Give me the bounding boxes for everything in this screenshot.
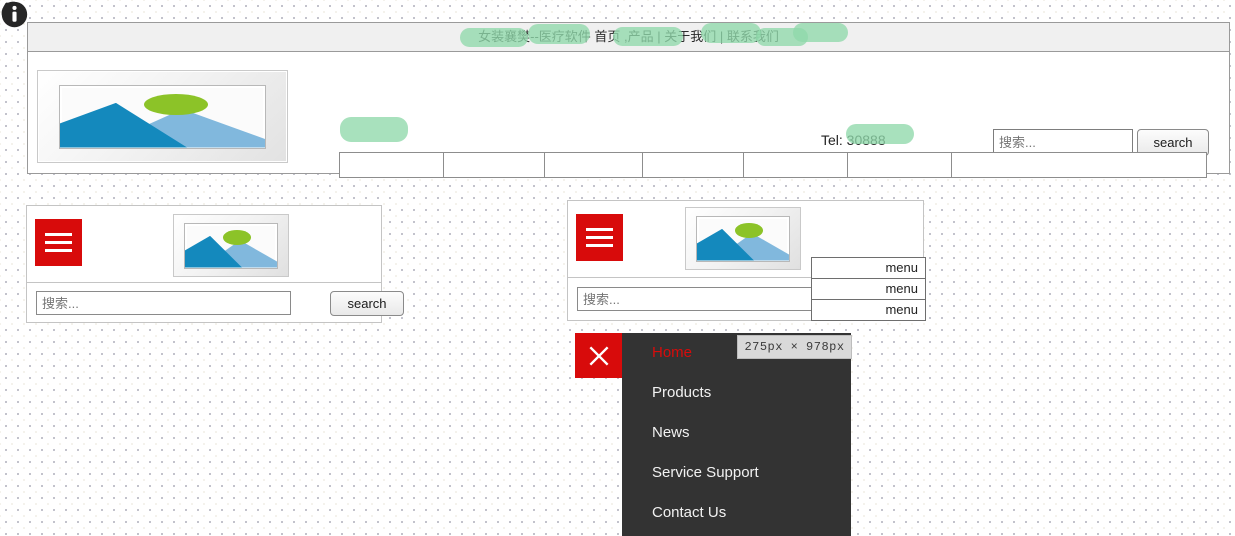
menu-dropdown: menu menu menu [811,257,926,321]
nav-cell[interactable] [545,153,643,177]
hamburger-menu-button[interactable] [35,219,82,266]
slide-out-navigation-panel: Home Products News Service Support Conta… [622,333,851,536]
search-input[interactable] [577,287,832,311]
top-navigation-text: 女装襄樊--医疗软件 首页 ,产品 | 关于我们 | 联系我们 [478,29,779,44]
menu-item-contact-us[interactable]: Contact Us [622,493,851,533]
search-button[interactable]: search [330,291,404,316]
nav-cell[interactable] [643,153,744,177]
broken-image-placeholder-icon [696,215,790,262]
nav-cell[interactable] [848,153,952,177]
mobile-preview-card-narrow: search [26,205,404,323]
nav-cell[interactable] [952,153,1206,177]
dropdown-item[interactable]: menu [812,279,925,300]
dropdown-item[interactable]: menu [812,258,925,279]
close-menu-button[interactable] [575,333,622,378]
site-logo [685,207,801,270]
site-logo [173,214,289,277]
phone-number: Tel: 30888 [821,132,886,148]
broken-image-placeholder-icon [59,84,266,149]
menu-item-service-support[interactable]: Service Support [622,453,851,493]
mobile-header-row [27,206,381,283]
desktop-header: 女装襄樊--医疗软件 首页 ,产品 | 关于我们 | 联系我们 Tel: 308… [27,22,1230,178]
nav-cell[interactable] [444,153,545,177]
info-icon[interactable] [0,0,29,29]
broken-image-placeholder-icon [184,222,278,269]
mobile-search-row: search [27,283,404,322]
menu-item-products[interactable]: Products [622,373,851,413]
close-icon [588,345,609,366]
header-body: Tel: 30888 search [28,52,1229,178]
element-size-tooltip: 275px × 978px [737,335,852,359]
navigation-table [339,152,1207,178]
search-input[interactable] [36,291,291,315]
menu-item-news[interactable]: News [622,413,851,453]
redaction-mark [793,23,848,42]
hamburger-menu-button[interactable] [576,214,623,261]
site-logo [37,70,288,163]
dropdown-item[interactable]: menu [812,300,925,320]
nav-cell[interactable] [744,153,848,177]
top-navigation-bar: 女装襄樊--医疗软件 首页 ,产品 | 关于我们 | 联系我们 [28,23,1229,52]
nav-cell[interactable] [340,153,444,177]
panel-menu-list: Home Products News Service Support Conta… [622,333,851,533]
